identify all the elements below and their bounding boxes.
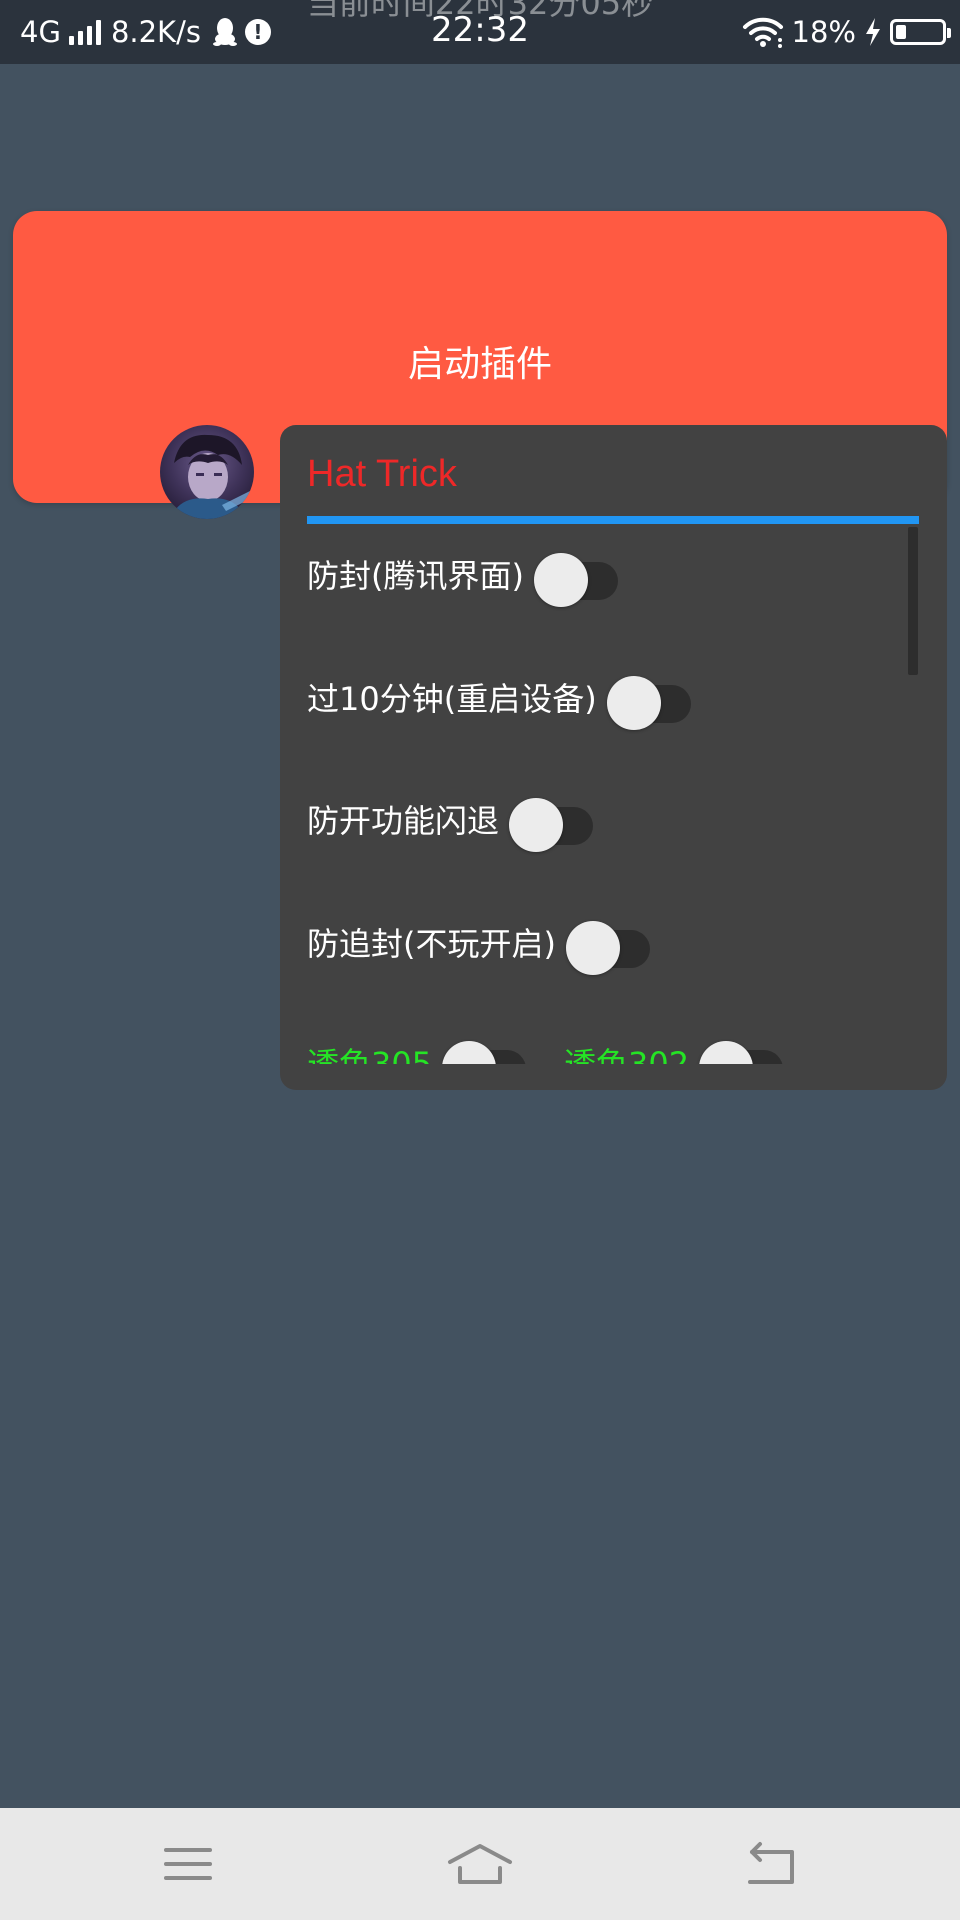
menu-title: Hat Trick — [307, 453, 457, 495]
option-toggle[interactable] — [565, 914, 652, 975]
option-toggle[interactable] — [699, 1034, 785, 1064]
battery-percent: 18% — [791, 15, 856, 49]
option-anti-ban-tencent[interactable]: 防封(腾讯界面) — [307, 544, 620, 607]
menu-icon[interactable] — [148, 1838, 228, 1890]
option-label: 透色305 — [307, 1045, 433, 1064]
mod-menu-panel: Hat Trick 防封(腾讯界面) 过10分钟(重启设备) 防开功能闪退 防追… — [280, 425, 947, 1090]
option-see-through-302[interactable]: 透色302 — [564, 1032, 785, 1064]
launch-plugin-label: 启动插件 — [407, 344, 552, 385]
avatar-image — [160, 425, 254, 519]
option-label: 防封(腾讯界面) — [307, 557, 524, 595]
option-toggle[interactable] — [442, 1034, 528, 1064]
option-see-through-305[interactable]: 透色305 — [307, 1032, 528, 1064]
toggle-thumb — [565, 921, 620, 975]
option-bypass-10-minutes[interactable]: 过10分钟(重启设备) — [307, 667, 693, 730]
status-bar: 当前时间22时32分05秒 4G 8.2K/s ! 22:32 18% — [0, 0, 960, 64]
option-label: 防开功能闪退 — [307, 802, 500, 840]
avatar[interactable] — [160, 425, 254, 519]
navigation-bar — [0, 1808, 960, 1920]
option-label: 过10分钟(重启设备) — [307, 680, 597, 718]
toggle-thumb — [699, 1041, 754, 1064]
toggle-thumb — [606, 676, 661, 730]
toggle-thumb — [533, 553, 588, 607]
wifi-icon — [742, 17, 783, 48]
menu-scrollbar[interactable] — [908, 527, 918, 675]
home-icon[interactable] — [440, 1838, 520, 1890]
option-toggle[interactable] — [533, 546, 620, 607]
toggle-thumb — [509, 798, 564, 852]
back-icon[interactable] — [732, 1838, 812, 1890]
toggle-thumb — [442, 1041, 497, 1064]
option-anti-trace-ban[interactable]: 防追封(不玩开启) — [307, 912, 652, 975]
option-toggle[interactable] — [509, 791, 595, 852]
option-label: 透色302 — [564, 1045, 690, 1064]
option-anti-crash[interactable]: 防开功能闪退 — [307, 789, 595, 852]
battery-level — [896, 25, 906, 39]
battery-icon — [890, 19, 951, 45]
status-right: 18% — [742, 12, 951, 52]
menu-option-list[interactable]: 防封(腾讯界面) 过10分钟(重启设备) 防开功能闪退 防追封(不玩开启) 透色… — [280, 524, 947, 1064]
charging-icon — [866, 18, 880, 46]
menu-title-underline — [307, 516, 919, 524]
option-label: 防追封(不玩开启) — [307, 925, 556, 963]
option-toggle[interactable] — [606, 669, 693, 730]
